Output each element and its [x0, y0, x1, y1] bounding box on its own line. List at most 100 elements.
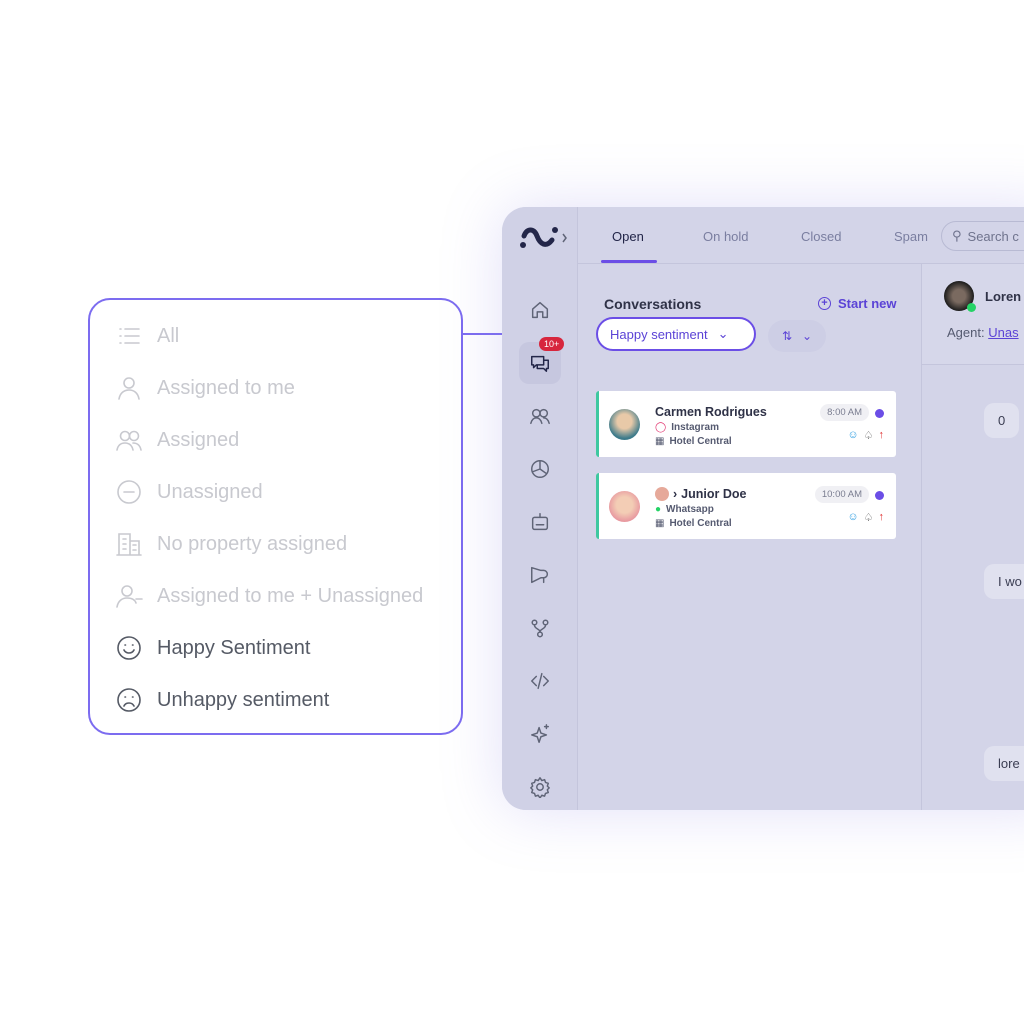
users-icon [530, 408, 550, 425]
nav-conversations[interactable]: 10+ [519, 337, 565, 384]
logo-icon[interactable] [518, 223, 568, 253]
property-text: Hotel Central [669, 436, 732, 447]
filter-select[interactable]: Happy sentiment ⌄ [596, 317, 756, 351]
home-icon [531, 301, 549, 319]
timestamp: 8:00 AM [820, 404, 869, 421]
start-new-button[interactable]: + Start new [818, 296, 897, 311]
property: ▦ Hotel Central [655, 436, 732, 447]
channel-text: Instagram [671, 422, 719, 433]
robot-icon [531, 513, 549, 531]
chat-panel: Loren Agent: Unas 0 I wo lore [922, 264, 1024, 810]
code-icon [531, 672, 549, 690]
chat-header: Loren Agent: Unas [922, 264, 1024, 365]
bell-icon: ♤ [863, 430, 874, 442]
app-window: 10+ Open On hold Closed Spam ⚲ Search c C… [502, 207, 1024, 810]
filter-dropdown-menu: All Assigned to me Assigned Unassigned N… [88, 298, 463, 735]
message-bubble: 0 [984, 403, 1020, 438]
unread-dot [875, 409, 884, 418]
search-input[interactable]: ⚲ Search c [941, 221, 1024, 251]
filter-value: Happy sentiment [610, 326, 708, 342]
contact-avatar [944, 281, 976, 312]
panel-title: Conversations [604, 296, 702, 312]
filter-option-happy-sentiment[interactable]: Happy Sentiment [115, 634, 310, 662]
plus-circle-icon: + [818, 297, 831, 310]
contact-name: › Junior Doe [655, 487, 746, 501]
conversation-item[interactable]: › Junior Doe ● Whatsapp ▦ Hotel Central 10:… [596, 473, 896, 539]
nav-developer[interactable] [519, 660, 561, 702]
smile-icon [117, 636, 141, 660]
message-bubble: lore [984, 746, 1024, 781]
minus-circle-icon [117, 480, 141, 504]
nav-ai[interactable] [519, 713, 561, 755]
gear-icon [530, 777, 550, 798]
sidebar: 10+ [502, 207, 578, 810]
option-label: Happy Sentiment [157, 636, 311, 659]
start-new-label: Start new [838, 296, 897, 311]
tab-closed[interactable]: Closed [801, 229, 841, 244]
agent-link[interactable]: Unas [988, 325, 1018, 340]
search-icon: ⚲ [952, 228, 962, 243]
sparkle-icon [531, 724, 549, 743]
nav-workflows[interactable] [519, 607, 561, 649]
megaphone-icon [531, 566, 549, 584]
tab-on-hold[interactable]: On hold [703, 229, 749, 244]
flow-icon [531, 619, 549, 638]
nav-campaigns[interactable] [519, 554, 561, 596]
chevron-right-icon: › [673, 487, 678, 501]
sort-button[interactable]: ⇅ ⌄ [768, 320, 826, 352]
nav-home[interactable] [519, 289, 561, 331]
whatsapp-status-icon [967, 303, 976, 312]
smile-icon: ☺ [847, 429, 859, 441]
active-tab-indicator [601, 260, 657, 263]
nav-analytics[interactable] [519, 448, 561, 490]
conversation-item[interactable]: Carmen Rodrigues ◯ Instagram ▦ Hotel Centr… [596, 391, 896, 457]
channel: ◯ Instagram [655, 422, 719, 433]
arrow-up-icon: ↑ [878, 429, 885, 441]
filter-option-assigned-to-me[interactable]: Assigned to me [115, 374, 295, 402]
option-label: Assigned to me + Unassigned [157, 584, 424, 607]
nav-settings[interactable] [519, 766, 561, 808]
chevron-down-icon: ⌄ [717, 326, 729, 341]
contact-name: Loren [985, 289, 1022, 304]
filter-option-all[interactable]: All [115, 322, 179, 350]
property-text: Hotel Central [669, 518, 732, 529]
pie-chart-icon [531, 460, 549, 478]
bell-icon: ♤ [863, 512, 874, 524]
option-label: Assigned to me [157, 376, 295, 399]
name-text: Carmen Rodrigues [655, 405, 767, 419]
conversation-list-panel: Conversations + Start new Happy sentiment… [578, 264, 922, 810]
tab-open[interactable]: Open [612, 229, 644, 244]
avatar [609, 491, 640, 522]
chat-icon [531, 355, 549, 372]
unread-dot [875, 491, 884, 500]
filter-option-assigned[interactable]: Assigned [115, 426, 239, 454]
filter-option-no-property[interactable]: No property assigned [115, 530, 347, 558]
search-placeholder: Search c [967, 228, 1019, 244]
agent-label: Agent: [947, 325, 985, 340]
option-label: Unhappy sentiment [157, 688, 330, 711]
timestamp: 10:00 AM [814, 486, 869, 503]
sort-icon: ⇅ [781, 329, 792, 343]
list-icon [119, 328, 140, 344]
channel: ● Whatsapp [655, 504, 714, 515]
users-icon [116, 430, 142, 451]
filter-option-unhappy-sentiment[interactable]: Unhappy sentiment [115, 686, 329, 714]
agent-row: Agent: Unas [947, 325, 1019, 340]
filter-option-me-plus-unassigned[interactable]: Assigned to me + Unassigned [115, 582, 423, 610]
building-icon: ▦ [655, 436, 665, 447]
chevron-down-icon: ⌄ [802, 329, 813, 343]
property: ▦ Hotel Central [655, 518, 732, 529]
nav-contacts[interactable] [519, 395, 561, 437]
avatar [609, 409, 640, 440]
tab-spam[interactable]: Spam [894, 229, 928, 244]
filter-option-unassigned[interactable]: Unassigned [115, 478, 263, 506]
unread-badge: 10+ [539, 337, 565, 351]
contact-name: Carmen Rodrigues [655, 405, 767, 419]
option-label: Unassigned [157, 480, 263, 503]
building-icon [116, 533, 142, 556]
name-text: Junior Doe [681, 487, 747, 501]
nav-bots[interactable] [519, 501, 561, 543]
channel-text: Whatsapp [666, 504, 714, 515]
status-tabs: Open On hold Closed Spam ⚲ Search c [578, 207, 1024, 264]
message-bubble: I wo [984, 564, 1024, 599]
